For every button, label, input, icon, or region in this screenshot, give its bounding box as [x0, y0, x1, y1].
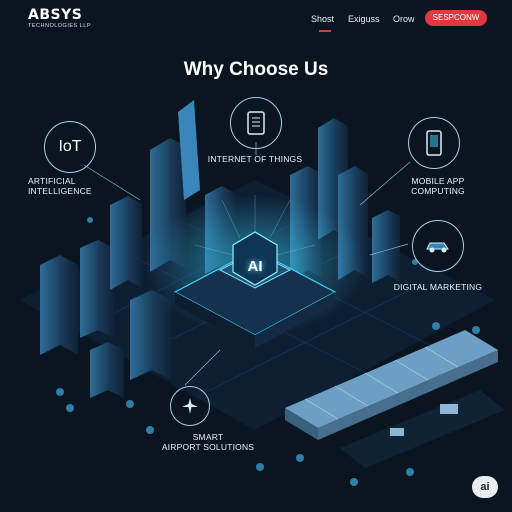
- ai-chip-label: AI: [247, 258, 263, 275]
- feature-label-ai: ARTIFICIAL INTELLIGENCE: [28, 176, 92, 196]
- smartphone-icon: [408, 117, 460, 169]
- car-icon: [412, 220, 464, 272]
- feature-label-marketing: DIGITAL MARKETING: [393, 282, 483, 292]
- company-logo[interactable]: ABSYS TECHNOLOGIES LLP: [28, 7, 92, 30]
- airplane-icon: [170, 386, 210, 426]
- active-nav-underline: [319, 30, 331, 32]
- nav-link-1[interactable]: Shost: [311, 14, 334, 24]
- cta-button[interactable]: SESPCONW: [425, 10, 487, 26]
- section-title: Why Choose Us: [183, 59, 329, 80]
- logo-main-text: ABSYS: [28, 7, 83, 23]
- top-navbar: ABSYS TECHNOLOGIES LLP Shost Exiguss Oro…: [0, 0, 512, 42]
- iot-icon-text: IoT: [58, 138, 82, 155]
- document-device-icon: [230, 97, 282, 149]
- feature-label-mobile: MOBILE APP COMPUTING: [411, 176, 465, 196]
- logo-sub-text: TECHNOLOGIES LLP: [28, 23, 92, 29]
- feature-label-iot: INTERNET OF THINGS: [207, 154, 303, 164]
- feature-label-airport: SMART AIRPORT SOLUTIONS: [161, 432, 255, 452]
- ai-badge[interactable]: ai: [472, 476, 498, 498]
- nav-link-3[interactable]: Orow: [393, 14, 415, 24]
- iot-icon: IoT: [44, 121, 96, 173]
- nav-link-2[interactable]: Exiguss: [348, 14, 380, 24]
